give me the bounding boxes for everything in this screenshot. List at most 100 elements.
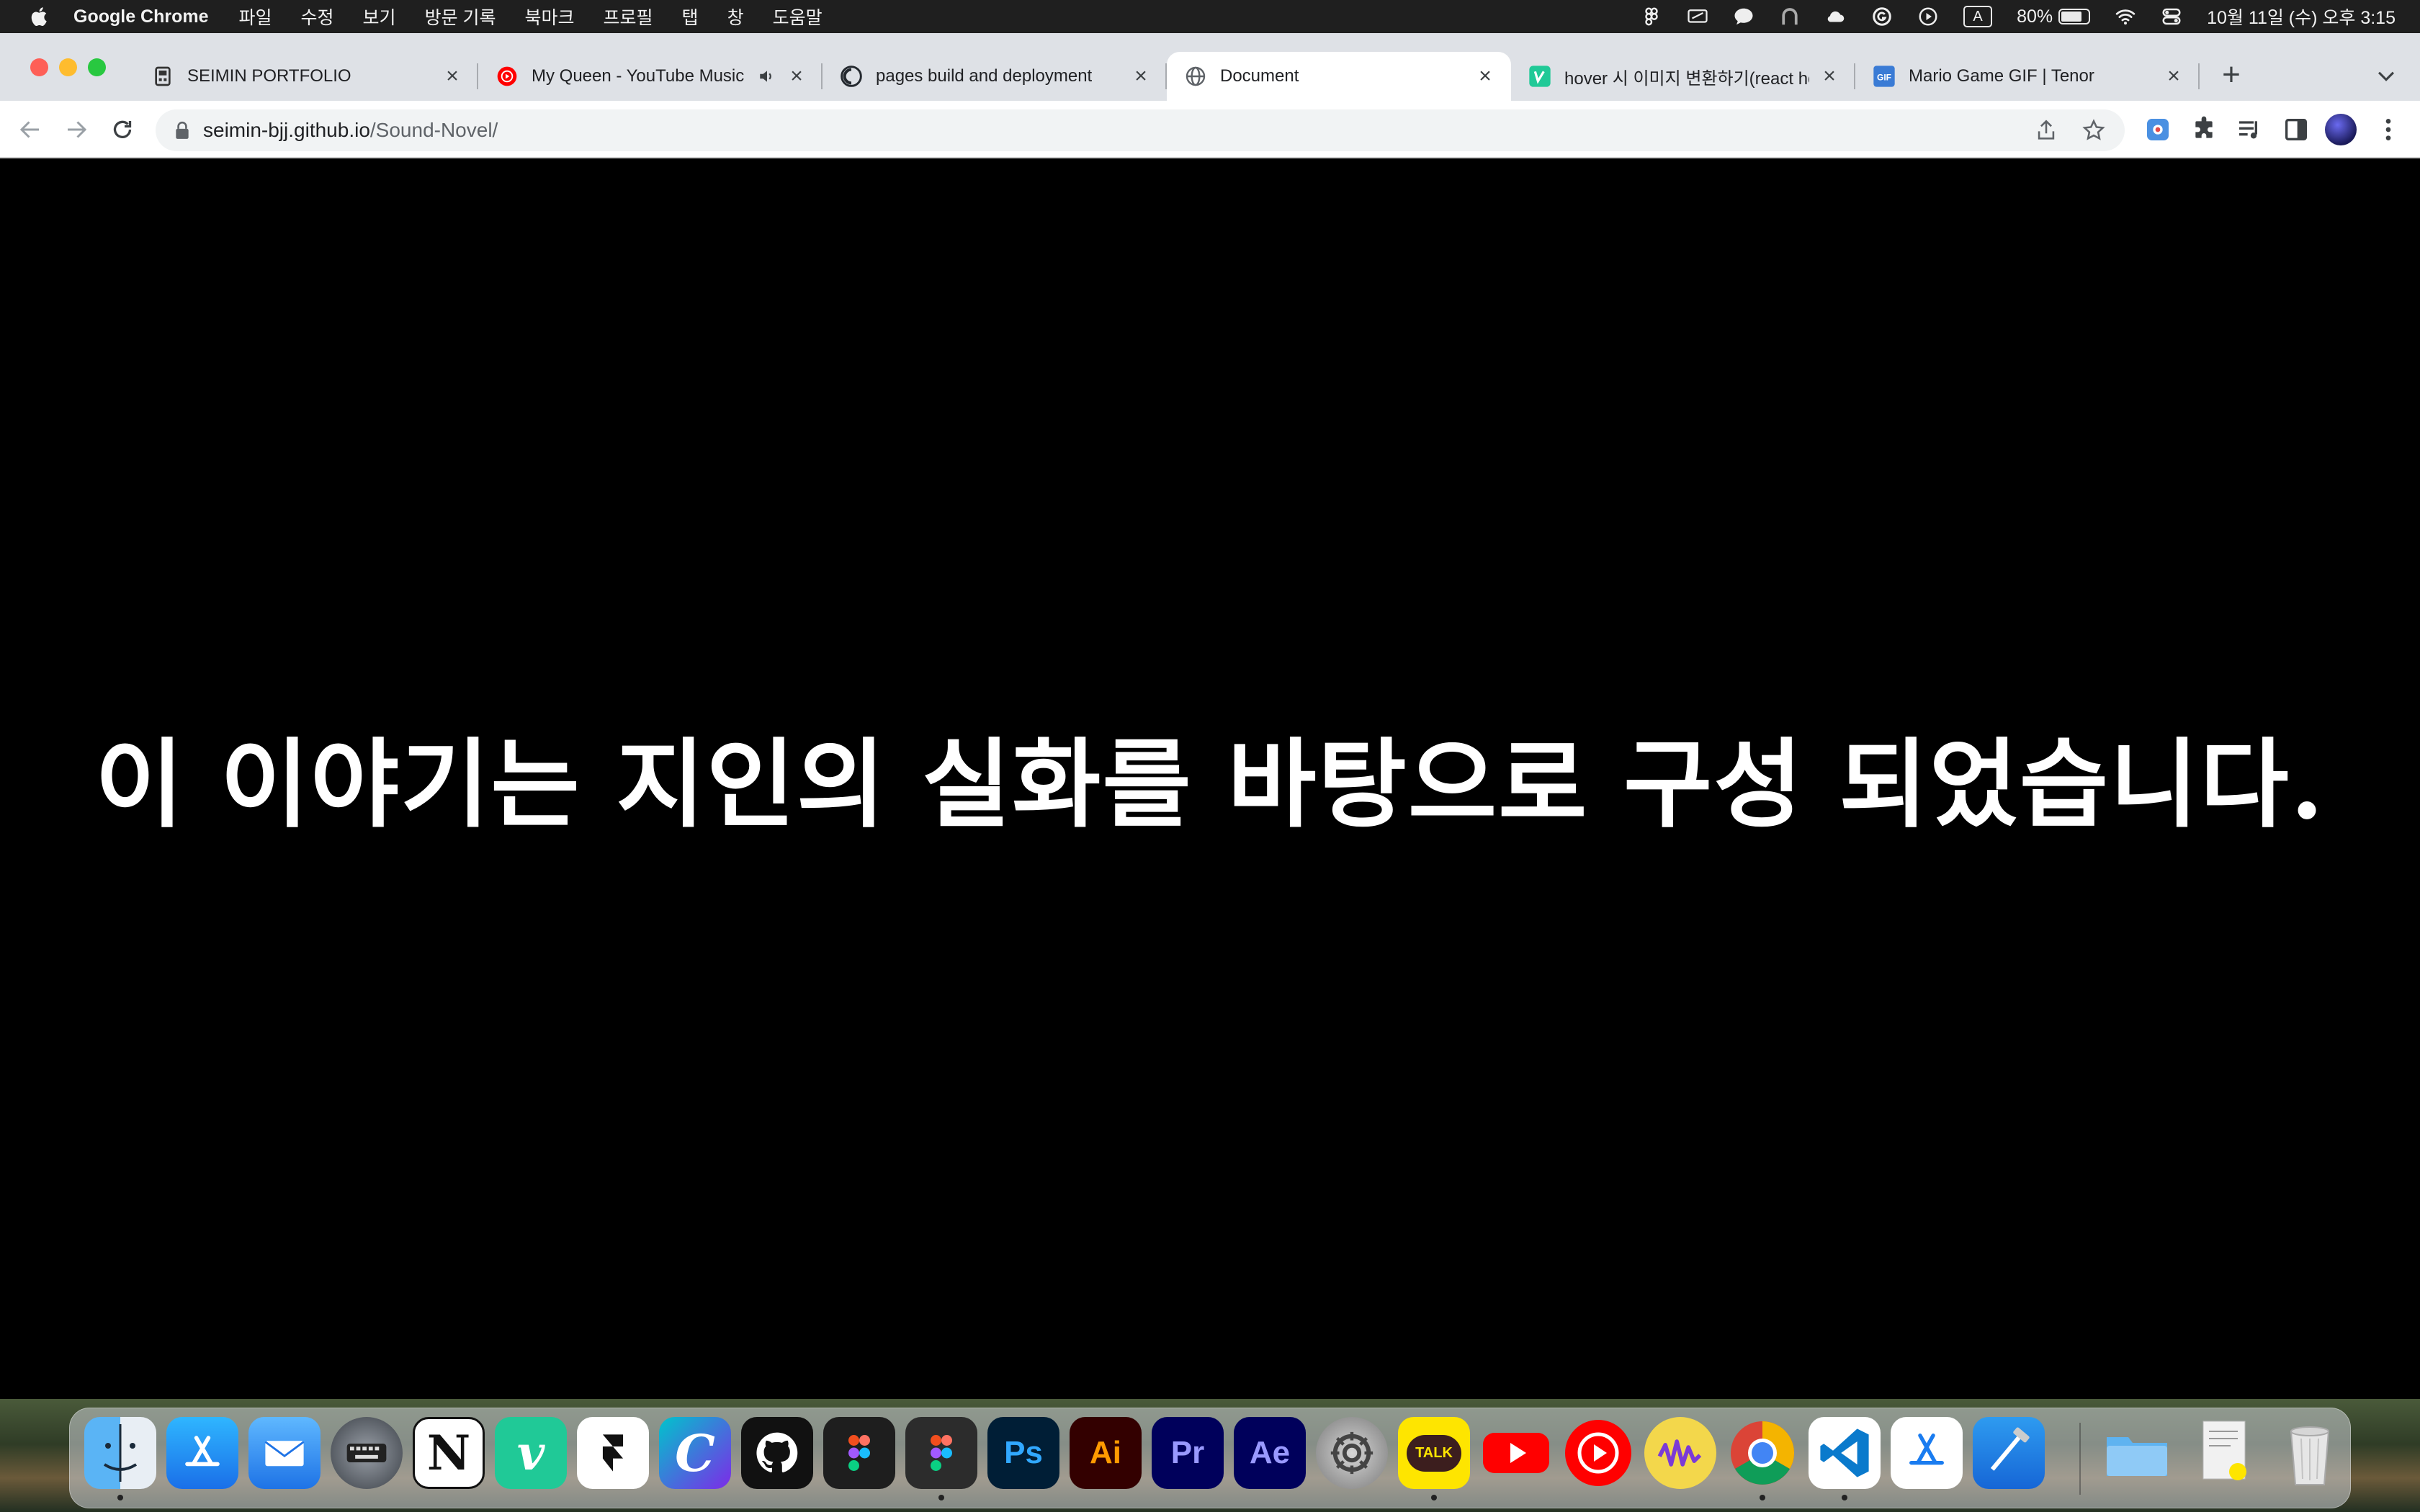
- url-text[interactable]: seimin-bjj.github.io/Sound-Novel/: [203, 119, 498, 142]
- minimize-window-button[interactable]: [59, 58, 77, 76]
- waveform-icon[interactable]: [1644, 1417, 1716, 1489]
- grammarly-icon[interactable]: [1871, 6, 1893, 27]
- browser-window: SEIMIN PORTFOLIO × My Queen - YouTube Mu…: [0, 33, 2420, 1399]
- xcode-icon[interactable]: [1973, 1417, 2045, 1489]
- keyboard-icon[interactable]: [331, 1417, 403, 1489]
- simulator-icon[interactable]: [1891, 1417, 1963, 1489]
- tab-close-button[interactable]: ×: [1475, 64, 1495, 88]
- kebab-menu-icon[interactable]: [2374, 115, 2403, 144]
- running-indicator: [1842, 1495, 1847, 1500]
- framer-icon[interactable]: [577, 1417, 649, 1489]
- tab-close-button[interactable]: ×: [1131, 64, 1151, 88]
- after-effects-icon[interactable]: Ae: [1234, 1417, 1306, 1489]
- github-desktop-icon[interactable]: [741, 1417, 813, 1489]
- back-arrow-icon[interactable]: [17, 117, 43, 143]
- reload-icon[interactable]: [109, 117, 135, 143]
- illustrator-icon[interactable]: Ai: [1070, 1417, 1142, 1489]
- new-tab-button[interactable]: +: [2217, 57, 2246, 92]
- share-icon[interactable]: [2034, 118, 2058, 143]
- apple-icon[interactable]: [27, 4, 52, 29]
- tab-github-actions[interactable]: pages build and deployment ×: [823, 52, 1167, 101]
- play-circle-icon[interactable]: [1917, 6, 1939, 27]
- tab-title: pages build and deployment: [876, 66, 1093, 86]
- screen-share-icon[interactable]: [1687, 6, 1708, 27]
- battery-percent: 80%: [2017, 6, 2053, 27]
- running-indicator: [1760, 1495, 1765, 1500]
- canva-icon[interactable]: C: [659, 1417, 731, 1489]
- tab-seimin-portfolio[interactable]: SEIMIN PORTFOLIO ×: [134, 52, 478, 101]
- extensions-puzzle-icon[interactable]: [2190, 115, 2218, 144]
- menu-clock[interactable]: 10월 11일 (수) 오후 3:15: [2207, 4, 2396, 30]
- extension-screenshot-icon[interactable]: [2143, 115, 2172, 144]
- documents-stack-icon[interactable]: [2187, 1417, 2259, 1489]
- tab-close-button[interactable]: ×: [2164, 64, 2184, 88]
- url-host: seimin-bjj.github.io: [203, 119, 370, 141]
- menu-edit[interactable]: 수정: [301, 4, 334, 30]
- speaker-icon[interactable]: [758, 67, 776, 86]
- notion-icon[interactable]: N: [413, 1417, 485, 1489]
- finder-icon[interactable]: [84, 1417, 156, 1489]
- vim-icon[interactable]: v: [495, 1417, 567, 1489]
- velog-icon: [1528, 65, 1551, 88]
- kakaotalk-icon[interactable]: TALK: [1398, 1417, 1470, 1489]
- zoom-window-button[interactable]: [88, 58, 106, 76]
- forward-arrow-icon[interactable]: [63, 117, 89, 143]
- browser-toolbar: seimin-bjj.github.io/Sound-Novel/: [0, 101, 2420, 158]
- vscode-icon[interactable]: [1809, 1417, 1881, 1489]
- running-indicator: [117, 1495, 123, 1500]
- cloud-app-icon[interactable]: [1825, 6, 1847, 27]
- photoshop-icon[interactable]: Ps: [987, 1417, 1059, 1489]
- mail-icon[interactable]: [248, 1417, 321, 1489]
- menu-bookmarks[interactable]: 북마크: [525, 4, 575, 30]
- tab-close-button[interactable]: ×: [1819, 64, 1839, 88]
- tab-velog-post[interactable]: hover 시 이미지 변환하기(react hook) ×: [1511, 52, 1855, 101]
- premiere-icon[interactable]: Pr: [1152, 1417, 1224, 1489]
- media-control-icon[interactable]: [2236, 115, 2264, 144]
- wifi-icon[interactable]: [2115, 6, 2136, 27]
- tab-strip: SEIMIN PORTFOLIO × My Queen - YouTube Mu…: [0, 33, 2420, 101]
- menu-profiles[interactable]: 프로필: [604, 4, 653, 30]
- menu-app-name[interactable]: Google Chrome: [73, 6, 209, 27]
- page-viewport[interactable]: 이 이야기는 지인의 실화를 바탕으로 구성 되었습니다.: [0, 158, 2420, 1399]
- close-window-button[interactable]: [30, 58, 48, 76]
- youtube-icon[interactable]: [1480, 1417, 1552, 1489]
- tab-close-button[interactable]: ×: [786, 64, 807, 88]
- battery-status[interactable]: 80%: [2017, 6, 2091, 27]
- menu-tab[interactable]: 탭: [682, 4, 699, 30]
- trash-icon[interactable]: [2274, 1417, 2346, 1489]
- app-store-icon[interactable]: [166, 1417, 238, 1489]
- battery-fill: [2061, 12, 2082, 22]
- side-panel-icon[interactable]: [2282, 115, 2311, 144]
- figma-icon[interactable]: [823, 1417, 895, 1489]
- tab-search-chevron-icon[interactable]: [2374, 63, 2398, 88]
- tab-title: SEIMIN PORTFOLIO: [187, 66, 351, 86]
- message-bubble-icon[interactable]: [1733, 6, 1754, 27]
- figma-status-icon[interactable]: [1641, 6, 1662, 27]
- menu-history[interactable]: 방문 기록: [425, 4, 496, 30]
- dock-separator: [2079, 1423, 2081, 1495]
- chrome-icon[interactable]: [1726, 1417, 1798, 1489]
- tab-title: Document: [1220, 66, 1299, 86]
- menu-view[interactable]: 보기: [363, 4, 396, 30]
- lock-icon[interactable]: [174, 121, 190, 140]
- menu-file[interactable]: 파일: [239, 4, 272, 30]
- settings-icon[interactable]: [1316, 1417, 1388, 1489]
- kakaotalk-label: TALK: [1407, 1434, 1461, 1472]
- tab-title: My Queen - YouTube Music: [532, 66, 745, 86]
- tunnel-icon[interactable]: [1779, 6, 1801, 27]
- youtube-music-icon[interactable]: [1562, 1417, 1634, 1489]
- menu-window[interactable]: 창: [727, 4, 744, 30]
- address-bar[interactable]: seimin-bjj.github.io/Sound-Novel/: [156, 109, 2125, 151]
- input-source-badge[interactable]: A: [1963, 6, 1993, 27]
- figma-beta-icon[interactable]: [905, 1417, 977, 1489]
- tab-document-active[interactable]: Document ×: [1167, 52, 1511, 101]
- control-center-icon[interactable]: [2161, 6, 2182, 27]
- profile-avatar[interactable]: [2325, 114, 2357, 145]
- tab-close-button[interactable]: ×: [442, 64, 462, 88]
- menu-bar-status: A 80% 10월 11일 (수) 오후 3:15: [1641, 0, 2396, 33]
- bookmark-star-icon[interactable]: [2081, 118, 2106, 143]
- tab-tenor-gif[interactable]: GIF Mario Game GIF | Tenor ×: [1855, 52, 2200, 101]
- menu-help[interactable]: 도움말: [773, 4, 823, 30]
- tab-youtube-music[interactable]: My Queen - YouTube Music ×: [478, 52, 823, 101]
- folder-icon[interactable]: [2101, 1417, 2173, 1489]
